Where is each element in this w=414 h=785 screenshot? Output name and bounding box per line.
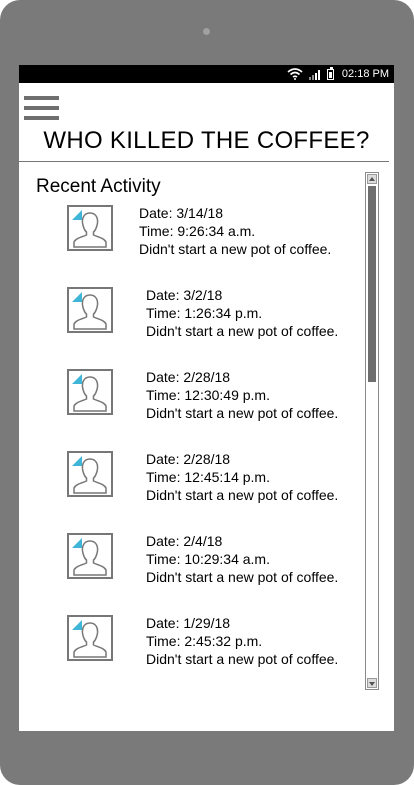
activity-message: Didn't start a new pot of coffee.	[146, 651, 339, 667]
scroll-up-arrow-icon[interactable]	[367, 174, 377, 184]
camera-dot	[203, 28, 210, 35]
list-item[interactable]: Date: 2/28/18 Time: 12:45:14 p.m. Didn't…	[19, 451, 364, 511]
list-item[interactable]: Date: 3/14/18 Time: 9:26:34 a.m. Didn't …	[19, 205, 364, 265]
device-frame: 02:18 PM WHO KILLED THE COFFEE? Recent A…	[0, 0, 414, 785]
list-item[interactable]: Date: 2/28/18 Time: 12:30:49 p.m. Didn't…	[19, 369, 364, 429]
list-item[interactable]: Date: 1/29/18 Time: 2:45:32 p.m. Didn't …	[19, 615, 364, 675]
user-avatar-icon	[67, 369, 113, 415]
user-avatar-icon	[67, 615, 113, 661]
activity-message: Didn't start a new pot of coffee.	[139, 241, 332, 257]
activity-message: Didn't start a new pot of coffee.	[146, 323, 339, 339]
activity-date: Date: 3/14/18	[139, 205, 224, 221]
activity-list: Date: 3/14/18 Time: 9:26:34 a.m. Didn't …	[19, 65, 364, 731]
user-avatar-icon	[67, 287, 113, 333]
user-avatar-icon	[67, 533, 113, 579]
activity-date: Date: 2/28/18	[146, 369, 231, 385]
activity-time: Time: 2:45:32 p.m.	[146, 633, 263, 649]
activity-message: Didn't start a new pot of coffee.	[146, 569, 339, 585]
scroll-thumb[interactable]	[368, 186, 376, 382]
activity-time: Time: 10:29:34 a.m.	[146, 551, 270, 567]
activity-message: Didn't start a new pot of coffee.	[146, 487, 339, 503]
list-item[interactable]: Date: 3/2/18 Time: 1:26:34 p.m. Didn't s…	[19, 287, 364, 347]
vertical-scrollbar[interactable]	[365, 172, 379, 690]
list-item[interactable]: Date: 2/4/18 Time: 10:29:34 a.m. Didn't …	[19, 533, 364, 593]
activity-date: Date: 2/4/18	[146, 533, 223, 549]
user-avatar-icon	[67, 451, 113, 497]
activity-date: Date: 1/29/18	[146, 615, 231, 631]
user-avatar-icon	[67, 205, 113, 251]
activity-message: Didn't start a new pot of coffee.	[146, 405, 339, 421]
activity-date: Date: 2/28/18	[146, 451, 231, 467]
activity-time: Time: 9:26:34 a.m.	[139, 223, 256, 239]
phone-screen: 02:18 PM WHO KILLED THE COFFEE? Recent A…	[19, 65, 394, 731]
activity-time: Time: 1:26:34 p.m.	[146, 305, 263, 321]
activity-date: Date: 3/2/18	[146, 287, 223, 303]
activity-time: Time: 12:45:14 p.m.	[146, 469, 270, 485]
activity-time: Time: 12:30:49 p.m.	[146, 387, 270, 403]
scroll-down-arrow-icon[interactable]	[367, 678, 377, 688]
